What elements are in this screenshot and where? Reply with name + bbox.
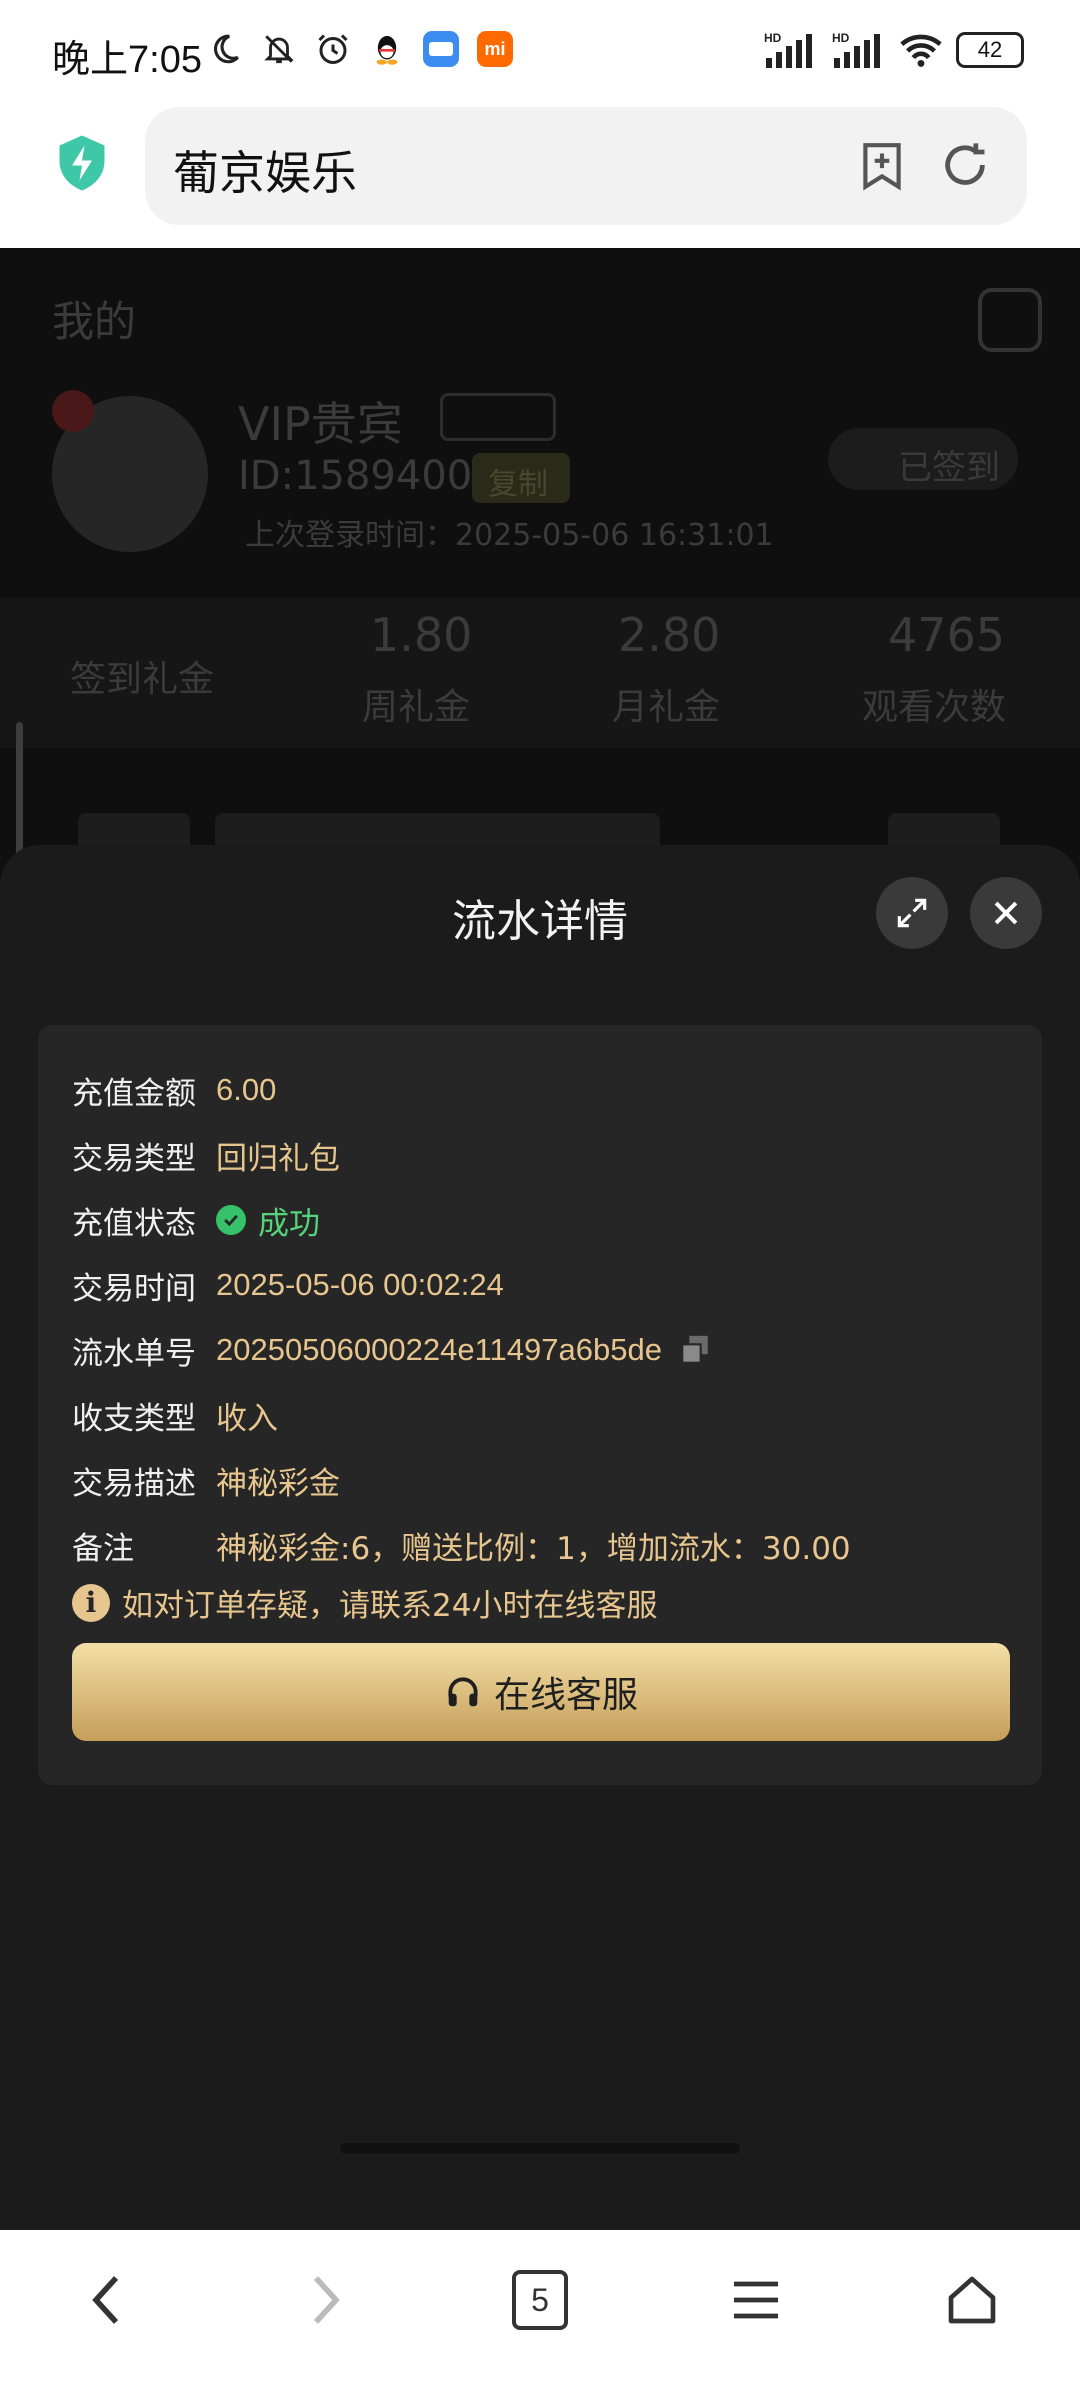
stat-label: 观看次数 [862, 687, 1007, 728]
detail-row-income-type: 收支类型 收入 [72, 1390, 278, 1440]
row-label: 备注 [72, 1530, 134, 1567]
support-notice: i 如对订单存疑，请联系24小时在线客服 [72, 1580, 657, 1625]
mi-app-icon: mi [476, 30, 514, 68]
forward-button[interactable] [286, 2260, 366, 2340]
status-bar: 晚上7:05 mi HD HD 42 [0, 0, 1080, 105]
transaction-detail-sheet: 流水详情 充值金额 6.00 交易类型 回归礼包 充值状态 成功 交易时间 20… [0, 845, 1080, 2230]
row-label: 充值状态 [72, 1205, 196, 1242]
battery-icon: 42 [956, 32, 1024, 68]
tabs-button[interactable]: 5 [500, 2260, 580, 2340]
row-value: 回归礼包 [216, 1140, 340, 1177]
row-label: 交易时间 [72, 1270, 196, 1307]
forward-arrow-icon [313, 2276, 340, 2324]
detail-row-time: 交易时间 2025-05-06 00:02:24 [72, 1260, 504, 1310]
alarm-icon [314, 30, 352, 68]
svg-text:HD: HD [832, 31, 850, 45]
settings-icon [978, 288, 1042, 352]
back-button[interactable] [66, 2260, 146, 2340]
copy-id-button: 复制 [472, 453, 570, 503]
url-field[interactable]: 葡京娱乐 [145, 107, 1027, 225]
stat-value: 1.80 [370, 608, 473, 662]
bell-off-icon [260, 30, 298, 68]
status-time: 晚上7:05 [52, 39, 202, 81]
row-value: 2025-05-06 00:02:24 [216, 1267, 504, 1302]
stat-label: 周礼金 [362, 687, 471, 728]
qq-app-icon [368, 30, 406, 68]
stat-label: 月礼金 [612, 687, 721, 728]
security-shield-icon[interactable] [52, 133, 112, 193]
row-value: 6.00 [216, 1072, 277, 1107]
notification-dot [52, 390, 94, 432]
status-success: 成功 [216, 1198, 320, 1243]
row-label: 流水单号 [72, 1335, 196, 1372]
online-support-button[interactable]: 在线客服 [72, 1643, 1010, 1741]
wifi-icon [900, 34, 942, 67]
row-label: 交易类型 [72, 1140, 196, 1177]
detail-row-order-no: 流水单号 20250506000224e11497a6b5de [72, 1325, 712, 1375]
support-button-label: 在线客服 [493, 1675, 638, 1716]
expand-button[interactable] [876, 877, 948, 949]
row-label: 充值金额 [72, 1075, 196, 1112]
signed-in-button: 已签到 [828, 428, 1018, 490]
close-icon [994, 901, 1018, 925]
vip-badge-icon [440, 393, 556, 441]
menu-button[interactable] [716, 2260, 796, 2340]
user-id: ID:1589400 [238, 453, 473, 499]
copy-icon[interactable] [678, 1333, 712, 1367]
back-arrow-icon [92, 2276, 119, 2324]
tab-count: 5 [512, 2270, 568, 2330]
row-label: 收支类型 [72, 1400, 196, 1437]
stat-label: 签到礼金 [70, 659, 215, 700]
detail-row-type: 交易类型 回归礼包 [72, 1130, 340, 1180]
row-label: 交易描述 [72, 1465, 196, 1502]
page-title: 我的 [52, 297, 137, 346]
detail-card: 充值金额 6.00 交易类型 回归礼包 充值状态 成功 交易时间 2025-05… [38, 1025, 1042, 1785]
detail-row-status: 充值状态 成功 [72, 1195, 320, 1245]
stat-value: 4765 [888, 608, 1006, 662]
close-button[interactable] [970, 877, 1042, 949]
info-icon: i [72, 1583, 110, 1622]
home-button[interactable] [932, 2260, 1012, 2340]
headset-icon [448, 1677, 478, 1707]
notice-text: 如对订单存疑，请联系24小时在线客服 [122, 1588, 658, 1624]
detail-row-description: 交易描述 神秘彩金 [72, 1455, 340, 1505]
reload-icon[interactable] [939, 139, 991, 191]
last-login-time: 上次登录时间：2025-05-06 16:31:01 [245, 518, 774, 553]
row-value: 神秘彩金:6，赠送比例：1，增加流水：30.00 [216, 1530, 851, 1567]
url-text[interactable]: 葡京娱乐 [173, 137, 357, 203]
hd-signal-icon: HD [832, 31, 880, 68]
home-icon [948, 2276, 996, 2324]
browser-address-bar: 葡京娱乐 [0, 105, 1080, 248]
mail-app-icon [422, 30, 460, 68]
expand-icon [897, 898, 927, 928]
stat-value: 2.80 [618, 608, 721, 662]
svg-text:HD: HD [764, 31, 782, 45]
check-circle-icon [216, 1205, 246, 1235]
gesture-bar[interactable] [340, 2143, 740, 2154]
moon-icon [206, 30, 244, 68]
row-value: 神秘彩金 [216, 1465, 340, 1502]
row-value: 收入 [216, 1400, 278, 1437]
status-icons-left: mi [206, 30, 514, 68]
status-icons-right: HD HD 42 [762, 30, 1024, 70]
detail-row-remark: 备注 神秘彩金:6，赠送比例：1，增加流水：30.00 [72, 1520, 851, 1570]
browser-toolbar: 5 [0, 2230, 1080, 2400]
user-name: VIP贵宾 [238, 397, 403, 451]
hd-signal-icon: HD [764, 31, 812, 68]
menu-icon [734, 2281, 778, 2319]
stats-row: 签到礼金 1.80 周礼金 2.80 月礼金 4765 观看次数 [0, 598, 1080, 748]
row-value: 20250506000224e11497a6b5de [216, 1332, 662, 1367]
row-value: 成功 [258, 1205, 320, 1242]
add-bookmark-icon[interactable] [857, 139, 907, 193]
detail-row-amount: 充值金额 6.00 [72, 1065, 276, 1115]
